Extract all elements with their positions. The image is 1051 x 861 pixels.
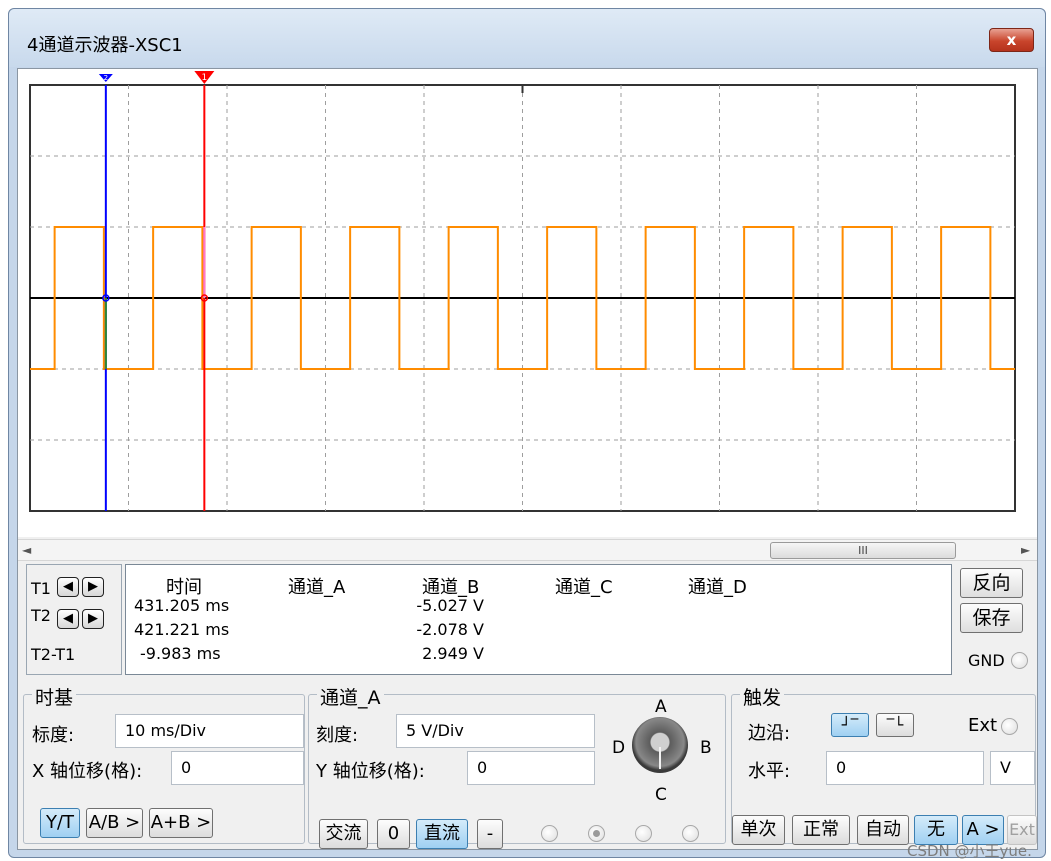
window-title: 4通道示波器-XSC1 [27,35,183,56]
gnd-radio[interactable] [1011,652,1028,669]
header-channel-c: 通道_C [555,577,613,598]
trigger-normal-button[interactable]: 正常 [792,815,850,845]
oscilloscope-window: 4通道示波器-XSC1 x 21 ◄ III ► T1 ◀ ▶ T2 ◀ ▶ T… [8,8,1046,860]
falling-edge-button[interactable]: ‾└ [876,713,914,737]
x-position-label: X 轴位移(格): [32,761,143,782]
header-channel-d: 通道_D [688,577,747,598]
t1-left-button[interactable]: ◀ [57,577,79,597]
diff-channel-b: 2.949 V [422,644,484,663]
timebase-scale-input[interactable]: 10 ms/Div [115,714,304,748]
title-bar[interactable]: 4通道示波器-XSC1 x [9,9,1045,67]
gnd-label: GND [968,651,1005,670]
mode-apb-button[interactable]: A+B > [149,808,213,838]
coupling-minus-button[interactable]: - [477,819,503,849]
y-position-label: Y 轴位移(格): [316,761,425,782]
arrow-left-icon: ◀ [63,579,73,594]
mode-ab-button[interactable]: A/B > [86,808,143,838]
cursor-1-marker-label: 1 [201,73,207,83]
level-label: 水平: [748,761,791,782]
t1-time: 431.205 ms [134,596,230,615]
arrow-right-icon: ▶ [88,611,98,626]
scope-display: 21 [18,69,1037,537]
scope-plot: 21 [29,71,1016,512]
falling-edge-icon: ‾└ [886,716,904,734]
t1-channel-b: -5.027 V [416,596,484,615]
timebase-scale-label: 标度: [32,725,75,746]
ext-label: Ext [968,715,998,736]
t2-t1-label: T2-T1 [31,645,76,664]
trigger-level-input[interactable]: 0 [826,751,984,785]
scroll-left-arrow-icon[interactable]: ◄ [22,543,31,557]
coupling-dc-button[interactable]: 直流 [416,819,468,849]
ext-radio[interactable] [1001,718,1018,735]
client-area: 21 ◄ III ► T1 ◀ ▶ T2 ◀ ▶ T2-T1 时间 通道_A 通… [17,68,1038,860]
t2-label: T2 [31,606,51,625]
channel-scale-input[interactable]: 5 V/Div [396,714,595,748]
t2-channel-b: -2.078 V [416,620,484,639]
arrow-right-icon: ▶ [88,579,98,594]
horizontal-scrollbar[interactable]: ◄ III ► [18,539,1037,561]
channel-radio-1[interactable] [541,825,558,842]
rising-edge-button[interactable]: ┘‾ [831,713,869,737]
diff-time: -9.983 ms [140,644,221,663]
t2-time: 421.221 ms [134,620,230,639]
save-button[interactable]: 保存 [960,603,1023,633]
knob-label-d: D [612,738,626,758]
t2-left-button[interactable]: ◀ [57,609,79,629]
timebase-title: 时基 [32,683,77,710]
knob-label-c: C [655,785,667,805]
trigger-single-button[interactable]: 单次 [732,815,785,845]
channel-radio-2[interactable] [588,825,605,842]
t2-right-button[interactable]: ▶ [82,609,104,629]
t1-label: T1 [31,579,51,598]
knob-label-a: A [655,697,667,717]
trigger-level-unit[interactable]: V [990,751,1035,785]
arrow-left-icon: ◀ [63,611,73,626]
trigger-title: 触发 [740,683,785,710]
x-position-input[interactable]: 0 [171,751,304,785]
measurement-readout: 时间 通道_A 通道_B 通道_C 通道_D 431.205 ms 421.22… [125,564,952,675]
cursor-2-marker-label: 2 [104,74,108,82]
channel-scale-label: 刻度: [316,725,359,746]
edge-label: 边沿: [748,723,791,744]
t1-right-button[interactable]: ▶ [82,577,104,597]
channel-radio-4[interactable] [682,825,699,842]
close-button[interactable]: x [989,28,1034,52]
channel-selector-knob[interactable] [632,717,688,773]
knob-label-b: B [700,738,712,758]
header-channel-a: 通道_A [288,577,346,598]
mode-yt-button[interactable]: Y/T [40,808,80,838]
channel-radio-3[interactable] [635,825,652,842]
scroll-right-arrow-icon[interactable]: ► [1021,543,1030,557]
reverse-button[interactable]: 反向 [960,568,1023,598]
cursor-controls: T1 ◀ ▶ T2 ◀ ▶ T2-T1 [26,564,122,675]
coupling-ac-button[interactable]: 交流 [319,819,368,849]
coupling-zero-button[interactable]: 0 [377,819,410,849]
y-position-input[interactable]: 0 [467,751,595,785]
watermark: CSDN @小王yue. [907,842,1032,860]
channel-title: 通道_A [317,683,384,710]
scroll-thumb[interactable]: III [770,542,956,559]
trigger-auto-button[interactable]: 自动 [857,815,909,845]
rising-edge-icon: ┘‾ [841,716,859,734]
